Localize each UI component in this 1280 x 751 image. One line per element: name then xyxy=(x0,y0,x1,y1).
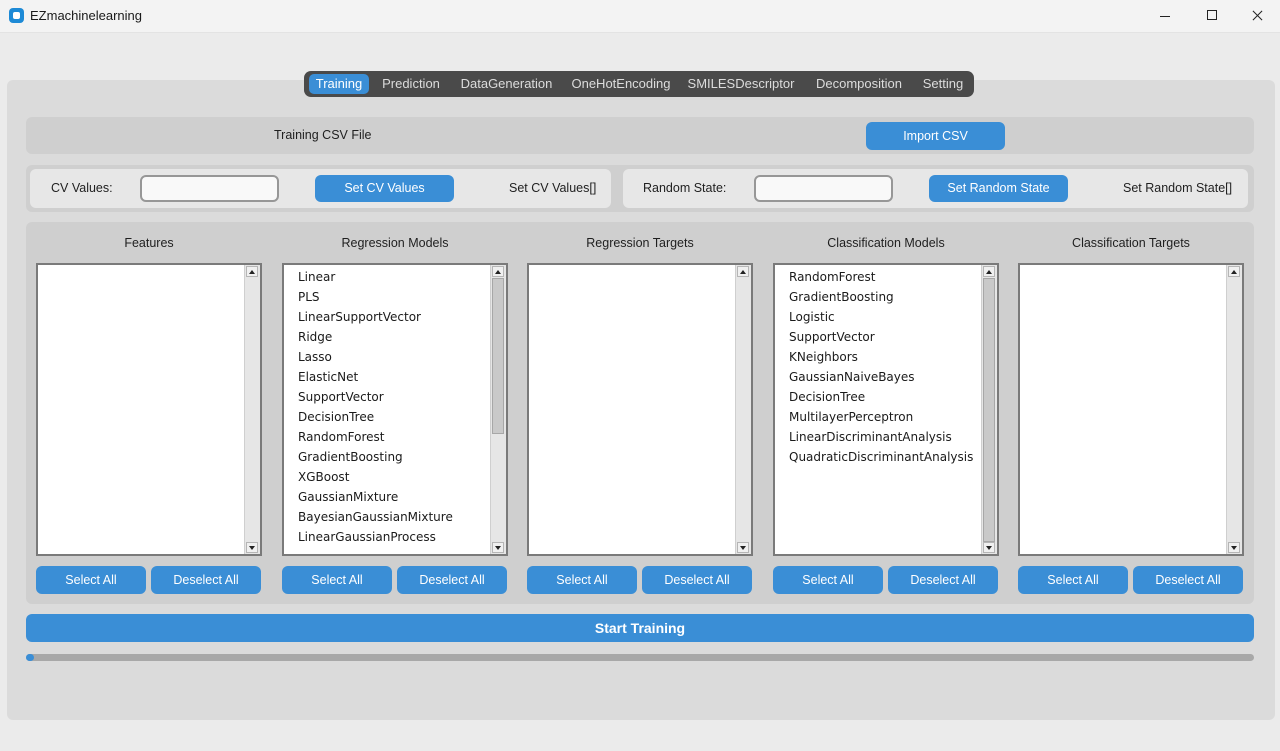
classification-targets-listbox[interactable] xyxy=(1018,263,1244,556)
window-title: EZmachinelearning xyxy=(30,8,143,23)
maximize-icon[interactable] xyxy=(1189,0,1235,32)
start-training-button[interactable]: Start Training xyxy=(26,614,1254,642)
random-state-input[interactable] xyxy=(754,175,893,202)
list-item[interactable]: Logistic xyxy=(775,307,980,327)
tab-decomposition[interactable]: Decomposition xyxy=(809,74,909,94)
scrollbar[interactable] xyxy=(981,265,997,554)
list-item[interactable]: GaussianNaiveBayes xyxy=(775,367,980,387)
progress-fill xyxy=(26,654,34,661)
regression-models-listbox[interactable]: Linear PLS LinearSupportVector Ridge Lasso El… xyxy=(282,263,508,556)
list-item[interactable]: QuadraticDiscriminantAnalysis xyxy=(775,447,980,467)
list-item[interactable]: RandomForest xyxy=(284,427,489,447)
list-item[interactable]: KNeighbors xyxy=(775,347,980,367)
scroll-up-icon[interactable] xyxy=(737,266,749,277)
random-state-label: Random State: xyxy=(643,181,727,195)
csv-label: Training CSV File xyxy=(274,128,372,142)
features-header: Features xyxy=(124,236,174,250)
scrollbar[interactable] xyxy=(1226,265,1242,554)
scroll-down-icon[interactable] xyxy=(246,542,258,553)
regression-targets-deselect-all-button[interactable]: Deselect All xyxy=(642,566,752,594)
scroll-down-icon[interactable] xyxy=(983,542,995,553)
app-icon xyxy=(9,8,24,23)
regression-models-header: Regression Models xyxy=(341,236,449,250)
scroll-up-icon[interactable] xyxy=(983,266,995,277)
list-item[interactable]: GaussianMixture xyxy=(284,487,489,507)
regression-targets-header: Regression Targets xyxy=(586,236,694,250)
scroll-down-icon[interactable] xyxy=(1228,542,1240,553)
list-item[interactable]: LinearDiscriminantAnalysis xyxy=(775,427,980,447)
list-item[interactable]: RandomForest xyxy=(775,267,980,287)
regression-models-deselect-all-button[interactable]: Deselect All xyxy=(397,566,507,594)
list-item[interactable]: ElasticNet xyxy=(284,367,489,387)
scroll-down-icon[interactable] xyxy=(492,542,504,553)
classification-models-listbox[interactable]: RandomForest GradientBoosting Logistic Supp… xyxy=(773,263,999,556)
list-item[interactable]: SupportVector xyxy=(775,327,980,347)
set-cv-values-button[interactable]: Set CV Values xyxy=(315,175,454,202)
list-item[interactable]: Lasso xyxy=(284,347,489,367)
classification-models-select-all-button[interactable]: Select All xyxy=(773,566,883,594)
tab-prediction[interactable]: Prediction xyxy=(376,74,446,94)
scroll-up-icon[interactable] xyxy=(246,266,258,277)
regression-targets-listbox[interactable] xyxy=(527,263,753,556)
cv-values-input[interactable] xyxy=(140,175,279,202)
scrollbar[interactable] xyxy=(244,265,260,554)
regression-models-select-all-button[interactable]: Select All xyxy=(282,566,392,594)
list-item[interactable]: MultilayerPerceptron xyxy=(775,407,980,427)
close-icon[interactable] xyxy=(1235,0,1280,32)
list-item[interactable]: BayesianGaussianMixture xyxy=(284,507,489,527)
scroll-up-icon[interactable] xyxy=(1228,266,1240,277)
scroll-thumb[interactable] xyxy=(492,278,504,434)
progress-bar xyxy=(26,654,1254,661)
list-item[interactable]: PLS xyxy=(284,287,489,307)
tab-bar: Training Prediction DataGeneration OneHo… xyxy=(304,71,974,97)
list-item[interactable]: LinearSupportVector xyxy=(284,307,489,327)
list-item[interactable]: Ridge xyxy=(284,327,489,347)
list-item[interactable]: Linear xyxy=(284,267,489,287)
classification-models-header: Classification Models xyxy=(827,236,945,250)
cv-label: CV Values: xyxy=(51,181,113,195)
tab-datageneration[interactable]: DataGeneration xyxy=(454,74,559,94)
tab-training[interactable]: Training xyxy=(309,74,369,94)
scroll-down-icon[interactable] xyxy=(737,542,749,553)
minimize-icon[interactable] xyxy=(1143,0,1189,32)
scrollbar[interactable] xyxy=(490,265,506,554)
features-select-all-button[interactable]: Select All xyxy=(36,566,146,594)
features-listbox[interactable] xyxy=(36,263,262,556)
list-item[interactable]: SupportVector xyxy=(284,387,489,407)
cv-status: Set CV Values[] xyxy=(509,181,597,195)
scroll-up-icon[interactable] xyxy=(492,266,504,277)
cv-panel: CV Values: Set CV Values Set CV Values[] xyxy=(30,169,611,208)
list-item[interactable]: XGBoost xyxy=(284,467,489,487)
classification-targets-select-all-button[interactable]: Select All xyxy=(1018,566,1128,594)
list-item[interactable]: DecisionTree xyxy=(775,387,980,407)
tab-setting[interactable]: Setting xyxy=(916,74,970,94)
set-random-state-button[interactable]: Set Random State xyxy=(929,175,1068,202)
list-item[interactable]: LinearGaussianProcess xyxy=(284,527,489,547)
features-deselect-all-button[interactable]: Deselect All xyxy=(151,566,261,594)
random-state-panel: Random State: Set Random State Set Rando… xyxy=(623,169,1248,208)
list-item[interactable]: GradientBoosting xyxy=(775,287,980,307)
random-state-status: Set Random State[] xyxy=(1123,181,1233,195)
classification-targets-header: Classification Targets xyxy=(1072,236,1190,250)
csv-panel: Training CSV File Import CSV xyxy=(26,117,1254,154)
classification-models-deselect-all-button[interactable]: Deselect All xyxy=(888,566,998,594)
list-item[interactable]: GradientBoosting xyxy=(284,447,489,467)
classification-targets-deselect-all-button[interactable]: Deselect All xyxy=(1133,566,1243,594)
tab-onehotencoding[interactable]: OneHotEncoding xyxy=(566,74,676,94)
import-csv-button[interactable]: Import CSV xyxy=(866,122,1005,150)
list-item[interactable]: DecisionTree xyxy=(284,407,489,427)
title-bar: EZmachinelearning xyxy=(0,0,1280,33)
tab-smilesdescriptor[interactable]: SMILESDescriptor xyxy=(684,74,798,94)
scrollbar[interactable] xyxy=(735,265,751,554)
regression-targets-select-all-button[interactable]: Select All xyxy=(527,566,637,594)
scroll-thumb[interactable] xyxy=(983,278,995,542)
